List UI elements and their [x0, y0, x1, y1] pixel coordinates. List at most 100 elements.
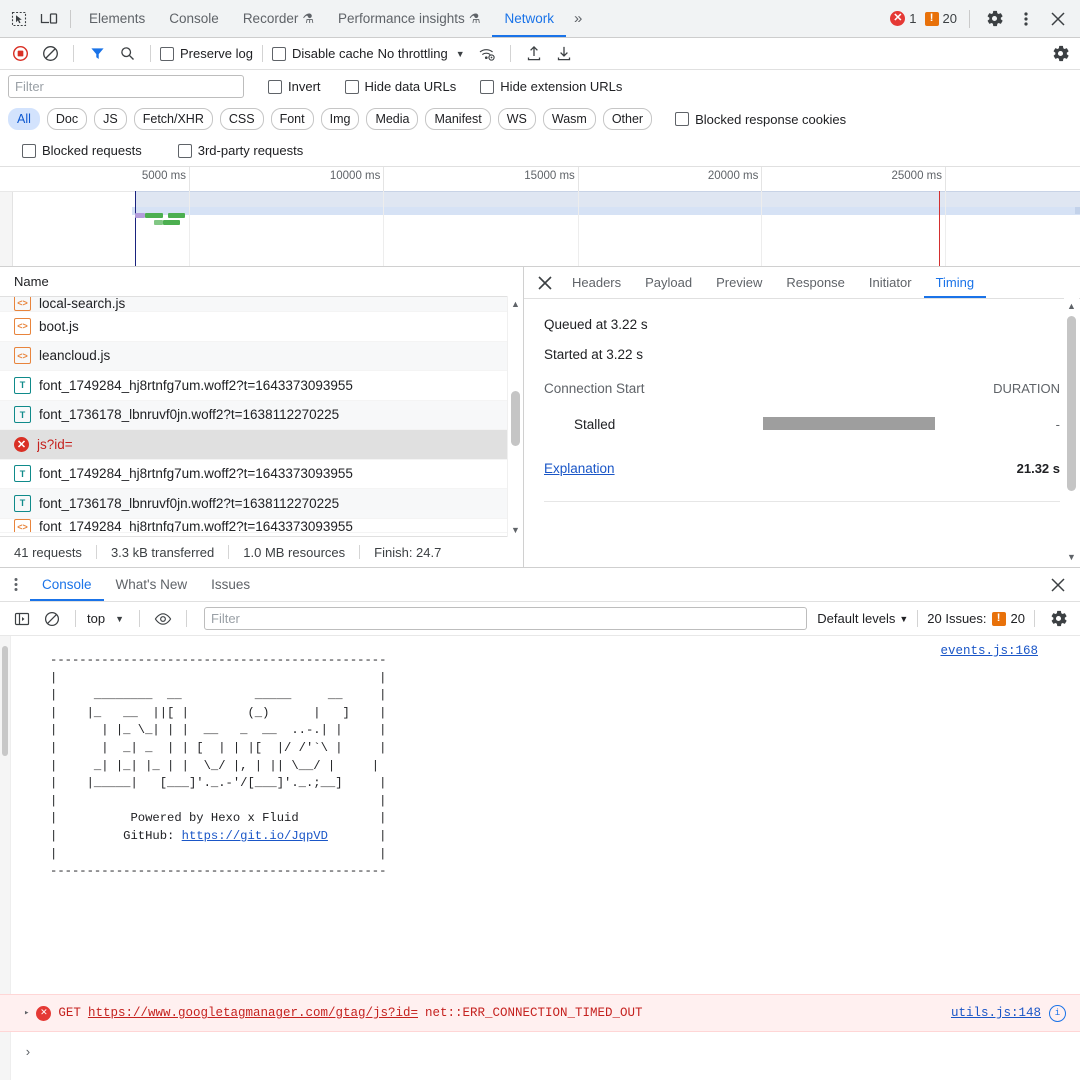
- kebab-menu-icon[interactable]: [2, 570, 30, 600]
- clear-console-icon[interactable]: [38, 605, 66, 633]
- github-link[interactable]: https://git.io/JqpVD: [182, 829, 328, 843]
- console-filter-input[interactable]: [204, 607, 808, 630]
- request-list-scrollbar[interactable]: ▲ ▼: [507, 296, 523, 537]
- scrollbar-thumb[interactable]: [2, 646, 8, 756]
- network-conditions-icon[interactable]: [473, 40, 501, 68]
- request-row[interactable]: Tfont_1749284_hj8rtnfg7um.woff2?t=164337…: [0, 460, 523, 489]
- tab-console[interactable]: Console: [157, 0, 231, 37]
- inspect-element-icon[interactable]: [4, 5, 34, 33]
- tab-headers[interactable]: Headers: [560, 267, 633, 298]
- overview-body[interactable]: [0, 191, 1080, 266]
- request-row[interactable]: <> leancloud.js: [0, 341, 523, 371]
- device-toolbar-icon[interactable]: [34, 5, 64, 33]
- request-row[interactable]: Tfont_1736178_lbnruvf0jn.woff2?t=1638112…: [0, 489, 523, 519]
- tab-initiator[interactable]: Initiator: [857, 267, 924, 298]
- expand-triangle-icon[interactable]: ▸: [24, 1008, 29, 1018]
- type-filter-manifest[interactable]: Manifest: [425, 108, 491, 130]
- live-expression-icon[interactable]: [149, 605, 177, 633]
- console-prompt[interactable]: ›: [0, 1038, 1080, 1066]
- scroll-up-arrow-icon[interactable]: ▲: [508, 296, 523, 311]
- scroll-down-arrow-icon[interactable]: ▼: [1064, 549, 1079, 564]
- error-method: GET: [58, 1006, 81, 1020]
- chevron-down-icon[interactable]: ▼: [109, 614, 130, 624]
- blocked-response-cookies-checkbox[interactable]: Blocked response cookies: [675, 112, 846, 127]
- scroll-down-arrow-icon[interactable]: ▼: [508, 522, 523, 537]
- error-source-link[interactable]: utils.js:148: [951, 1006, 1041, 1020]
- clear-icon[interactable]: [36, 40, 64, 68]
- warning-count-badge[interactable]: ! 20: [923, 11, 959, 26]
- preserve-log-checkbox[interactable]: Preserve log: [160, 46, 253, 61]
- type-filter-media[interactable]: Media: [366, 108, 419, 130]
- hide-extension-urls-checkbox[interactable]: Hide extension URLs: [480, 79, 622, 94]
- gear-icon[interactable]: [980, 5, 1008, 33]
- gear-icon[interactable]: [1046, 40, 1074, 68]
- type-filter-all[interactable]: All: [8, 108, 40, 130]
- tab-performance-insights[interactable]: Performance insights ⚗: [326, 0, 492, 37]
- drawer-tab-issues[interactable]: Issues: [199, 568, 262, 601]
- warning-count-label: 20: [942, 11, 957, 26]
- tab-elements[interactable]: Elements: [77, 0, 157, 37]
- detail-scrollbar[interactable]: ▲ ▼: [1064, 298, 1079, 566]
- type-filter-css[interactable]: CSS: [219, 108, 264, 130]
- type-filter-doc[interactable]: Doc: [46, 108, 88, 130]
- network-overview-timeline[interactable]: 5000 ms 10000 ms 15000 ms 20000 ms 25000 ms: [0, 167, 1080, 267]
- search-icon[interactable]: [113, 40, 141, 68]
- export-har-icon[interactable]: [550, 40, 578, 68]
- type-filter-fetch-xhr[interactable]: Fetch/XHR: [133, 108, 213, 130]
- chevron-down-icon[interactable]: ▼: [450, 49, 471, 59]
- import-har-icon[interactable]: [520, 40, 548, 68]
- type-filter-other[interactable]: Other: [602, 108, 653, 130]
- source-link[interactable]: events.js:168: [940, 644, 1038, 658]
- filter-funnel-icon[interactable]: [83, 40, 111, 68]
- request-list[interactable]: <> local-search.js <> boot.js <> leancloud.js…: [0, 297, 523, 536]
- console-issues-badge[interactable]: 20 Issues: ! 20: [927, 611, 1025, 626]
- execution-context-select[interactable]: top: [85, 611, 107, 626]
- explanation-link[interactable]: Explanation: [544, 461, 615, 476]
- type-filter-ws[interactable]: WS: [497, 108, 536, 130]
- filter-input[interactable]: [8, 75, 244, 98]
- hide-data-urls-checkbox[interactable]: Hide data URLs: [344, 79, 456, 94]
- drawer-tab-console[interactable]: Console: [30, 568, 104, 601]
- request-row[interactable]: Tfont_1749284_hj8rtnfg7um.woff2?t=164337…: [0, 371, 523, 401]
- kebab-menu-icon[interactable]: [1012, 5, 1040, 33]
- console-output[interactable]: events.js:168 --------------------------…: [0, 636, 1080, 1080]
- type-filter-wasm[interactable]: Wasm: [542, 108, 596, 130]
- request-row[interactable]: <> font_1749284_hj8rtnfg7um.woff2?t=16433…: [0, 518, 523, 533]
- request-row[interactable]: <> local-search.js: [0, 297, 523, 312]
- tab-preview[interactable]: Preview: [704, 267, 774, 298]
- request-row[interactable]: <> boot.js: [0, 312, 523, 342]
- tab-payload[interactable]: Payload: [633, 267, 704, 298]
- log-levels-select[interactable]: Default levels ▼: [817, 611, 908, 626]
- type-filter-js[interactable]: JS: [94, 108, 127, 130]
- console-error-message[interactable]: ▸ ✕ GET https://www.googletagmanager.com…: [0, 994, 1080, 1032]
- blocked-requests-checkbox[interactable]: Blocked requests: [22, 143, 142, 158]
- tab-network[interactable]: Network: [492, 0, 566, 37]
- gear-icon[interactable]: [1044, 605, 1072, 633]
- close-icon[interactable]: [1044, 571, 1072, 599]
- drawer-tab-whats-new[interactable]: What's New: [104, 568, 200, 601]
- request-list-header[interactable]: Name: [0, 267, 523, 297]
- error-url[interactable]: https://www.googletagmanager.com/gtag/js…: [88, 1006, 418, 1020]
- console-sidebar-icon[interactable]: [8, 605, 36, 633]
- tab-timing[interactable]: Timing: [924, 267, 987, 298]
- info-circle-icon[interactable]: i: [1049, 1004, 1066, 1022]
- disable-cache-checkbox[interactable]: Disable cache: [271, 46, 374, 61]
- third-party-requests-checkbox[interactable]: 3rd-party requests: [177, 143, 303, 158]
- record-stop-icon[interactable]: [6, 40, 34, 68]
- scroll-up-arrow-icon[interactable]: ▲: [1064, 298, 1079, 313]
- invert-checkbox[interactable]: Invert: [268, 79, 321, 94]
- request-row[interactable]: ✕ js?id=: [0, 430, 523, 460]
- type-filter-font[interactable]: Font: [270, 108, 314, 130]
- close-icon[interactable]: [530, 268, 560, 298]
- type-filter-img[interactable]: Img: [320, 108, 360, 130]
- request-detail-pane: Headers Payload Preview Response Initiat…: [524, 267, 1080, 567]
- tab-recorder[interactable]: Recorder ⚗: [231, 0, 326, 37]
- error-count-badge[interactable]: ✕ 1: [888, 11, 918, 26]
- request-row[interactable]: Tfont_1736178_lbnruvf0jn.woff2?t=1638112…: [0, 400, 523, 430]
- throttling-select[interactable]: No throttling: [376, 46, 448, 61]
- scrollbar-thumb[interactable]: [511, 391, 520, 446]
- close-icon[interactable]: [1044, 5, 1072, 33]
- scrollbar-thumb[interactable]: [1067, 316, 1076, 491]
- tab-response[interactable]: Response: [774, 267, 857, 298]
- more-tabs-chevron-icon[interactable]: »: [566, 10, 590, 27]
